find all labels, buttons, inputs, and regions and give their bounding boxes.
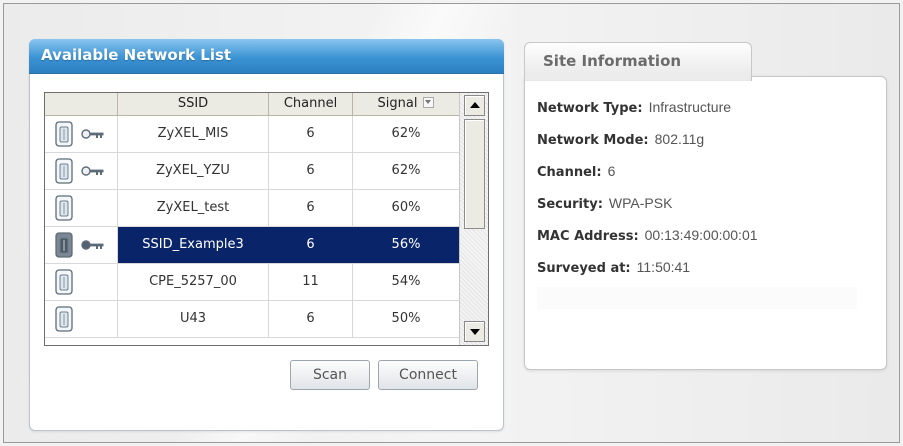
- site-info-label: Security:: [537, 197, 603, 212]
- network-list-title: Available Network List: [41, 46, 232, 64]
- site-info-label: Channel:: [537, 165, 602, 180]
- access-point-icon: [53, 232, 75, 262]
- site-information-title: Site Information: [543, 52, 682, 70]
- scroll-down-arrow-icon[interactable]: [464, 321, 485, 342]
- network-icons-cell: [45, 190, 118, 226]
- network-ssid: ZyXEL_YZU: [118, 153, 269, 189]
- site-info-value: 802.11g: [654, 131, 705, 147]
- site-info-value: WPA-PSK: [608, 195, 673, 211]
- network-row[interactable]: SSID_Example3 6 56%: [45, 227, 459, 264]
- network-ssid: ZyXEL_test: [118, 190, 269, 226]
- network-signal: 50%: [391, 311, 421, 326]
- site-info-label: Network Type:: [537, 101, 643, 116]
- ssid-header-label: SSID: [177, 96, 209, 111]
- scrollbar-thumb[interactable]: [464, 119, 485, 229]
- column-header-icon: [45, 93, 118, 115]
- column-header-channel[interactable]: Channel: [269, 93, 353, 115]
- site-info-value: Infrastructure: [648, 99, 732, 115]
- network-channel: 6: [269, 116, 353, 152]
- network-row[interactable]: U43 6 50%: [45, 301, 459, 338]
- network-list-tab: Available Network List: [29, 39, 504, 74]
- network-table: SSID Channel Signal ZyXEL_MIS 6 62% ZyXEL_…: [44, 92, 489, 346]
- access-point-icon: [53, 121, 75, 151]
- network-signal: 62%: [391, 163, 421, 178]
- network-icons-cell: [45, 227, 118, 263]
- network-icons-cell: [45, 301, 118, 337]
- network-icons-cell: [45, 264, 118, 300]
- network-row[interactable]: ZyXEL_YZU 6 62%: [45, 153, 459, 190]
- access-point-icon: [53, 195, 75, 225]
- site-info-row: Network Mode: 802.11g: [537, 131, 704, 148]
- access-point-icon: [53, 269, 75, 299]
- site-info-value: 6: [607, 163, 616, 179]
- network-channel: 6: [269, 301, 353, 337]
- site-info-row: Network Type: Infrastructure: [537, 99, 731, 116]
- network-row[interactable]: CPE_5257_00 11 54%: [45, 264, 459, 301]
- access-point-icon: [53, 306, 75, 336]
- network-signal: 62%: [391, 126, 421, 141]
- network-channel: 6: [269, 227, 353, 263]
- network-icons-cell: [45, 153, 118, 189]
- site-info-label: MAC Address:: [537, 229, 639, 244]
- key-icon: [81, 128, 105, 144]
- site-info-label: Surveyed at:: [537, 261, 631, 276]
- access-point-icon: [53, 158, 75, 188]
- network-channel: 11: [269, 264, 353, 300]
- network-row[interactable]: ZyXEL_MIS 6 62%: [45, 116, 459, 153]
- network-signal: 60%: [391, 200, 421, 215]
- key-icon: [81, 239, 105, 255]
- network-channel: 6: [269, 153, 353, 189]
- scan-button[interactable]: Scan: [290, 360, 370, 390]
- network-ssid: U43: [118, 301, 269, 337]
- network-signal: 56%: [391, 237, 421, 252]
- site-info-row: Security: WPA-PSK: [537, 195, 672, 212]
- vertical-scrollbar[interactable]: [459, 93, 488, 345]
- column-header-ssid[interactable]: SSID: [118, 93, 269, 115]
- site-info-row: MAC Address: 00:13:49:00:00:01: [537, 227, 758, 244]
- scroll-up-arrow-icon[interactable]: [464, 95, 485, 116]
- site-info-row: Channel: 6: [537, 163, 615, 180]
- signal-header-label: Signal: [377, 96, 418, 111]
- app-frame: Available Network List SSID Channel Sign…: [3, 3, 900, 443]
- network-ssid: ZyXEL_MIS: [118, 116, 269, 152]
- info-divider: [537, 287, 857, 309]
- available-network-panel: Available Network List SSID Channel Sign…: [29, 39, 504, 431]
- sort-icon[interactable]: [423, 97, 435, 108]
- network-row[interactable]: ZyXEL_test 6 60%: [45, 190, 459, 227]
- network-ssid: CPE_5257_00: [118, 264, 269, 300]
- network-channel: 6: [269, 190, 353, 226]
- network-ssid: SSID_Example3: [118, 227, 269, 263]
- connect-button[interactable]: Connect: [378, 360, 478, 390]
- table-header: SSID Channel Signal: [45, 93, 459, 116]
- site-info-value: 00:13:49:00:00:01: [644, 227, 758, 243]
- site-information-panel: Network Type: Infrastructure Network Mode:…: [524, 76, 887, 370]
- site-info-value: 11:50:41: [636, 259, 691, 275]
- network-signal: 54%: [391, 274, 421, 289]
- site-info-row: Surveyed at: 11:50:41: [537, 259, 690, 276]
- network-icons-cell: [45, 116, 118, 152]
- tab-joint: [525, 74, 749, 80]
- column-header-signal[interactable]: Signal: [353, 93, 459, 115]
- key-icon: [81, 165, 105, 181]
- channel-header-label: Channel: [283, 96, 338, 111]
- site-info-label: Network Mode:: [537, 133, 649, 148]
